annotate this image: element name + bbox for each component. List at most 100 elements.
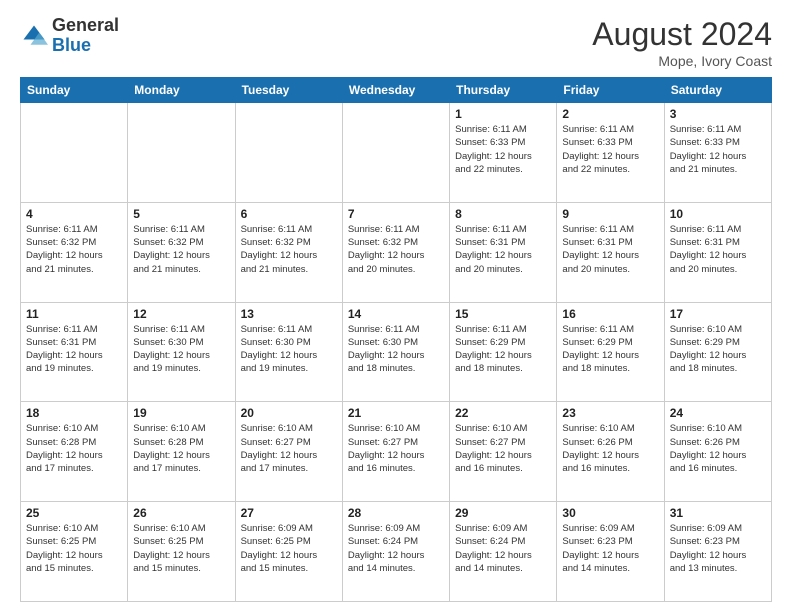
day-cell: 4 Sunrise: 6:11 AMSunset: 6:32 PMDaylight…: [21, 202, 128, 302]
day-number: 21: [348, 406, 444, 420]
day-cell: 6 Sunrise: 6:11 AMSunset: 6:32 PMDaylight…: [235, 202, 342, 302]
day-info: Sunrise: 6:11 AMSunset: 6:32 PMDaylight:…: [241, 223, 337, 276]
day-info: Sunrise: 6:11 AMSunset: 6:32 PMDaylight:…: [348, 223, 444, 276]
logo-general: General: [52, 15, 119, 35]
day-info: Sunrise: 6:11 AMSunset: 6:31 PMDaylight:…: [455, 223, 551, 276]
day-cell: 12Sunrise: 6:11 AMSunset: 6:30 PMDayligh…: [128, 302, 235, 402]
day-info: Sunrise: 6:11 AMSunset: 6:31 PMDaylight:…: [670, 223, 766, 276]
day-number: 10: [670, 207, 766, 221]
col-header-thursday: Thursday: [450, 78, 557, 103]
day-number: 31: [670, 506, 766, 520]
col-header-saturday: Saturday: [664, 78, 771, 103]
day-info: Sunrise: 6:11 AMSunset: 6:32 PMDaylight:…: [133, 223, 229, 276]
day-number: 13: [241, 307, 337, 321]
day-number: 30: [562, 506, 658, 520]
day-cell: 22Sunrise: 6:10 AMSunset: 6:27 PMDayligh…: [450, 402, 557, 502]
month-year: August 2024: [592, 16, 772, 53]
logo-text: General Blue: [52, 16, 119, 56]
day-cell: [235, 103, 342, 203]
day-number: 17: [670, 307, 766, 321]
day-number: 23: [562, 406, 658, 420]
day-number: 6: [241, 207, 337, 221]
day-number: 16: [562, 307, 658, 321]
day-info: Sunrise: 6:11 AMSunset: 6:30 PMDaylight:…: [241, 323, 337, 376]
day-number: 24: [670, 406, 766, 420]
col-header-monday: Monday: [128, 78, 235, 103]
day-info: Sunrise: 6:10 AMSunset: 6:26 PMDaylight:…: [670, 422, 766, 475]
week-row-4: 18 Sunrise: 6:10 AMSunset: 6:28 PMDayligh…: [21, 402, 772, 502]
day-cell: 15Sunrise: 6:11 AMSunset: 6:29 PMDayligh…: [450, 302, 557, 402]
header: General Blue August 2024 Mope, Ivory Coa…: [20, 16, 772, 69]
day-info: Sunrise: 6:11 AMSunset: 6:33 PMDaylight:…: [670, 123, 766, 176]
day-number: 5: [133, 207, 229, 221]
day-cell: 14Sunrise: 6:11 AMSunset: 6:30 PMDayligh…: [342, 302, 449, 402]
header-row: SundayMondayTuesdayWednesdayThursdayFrid…: [21, 78, 772, 103]
day-info: Sunrise: 6:09 AMSunset: 6:23 PMDaylight:…: [562, 522, 658, 575]
day-cell: 16 Sunrise: 6:11 AMSunset: 6:29 PMDayligh…: [557, 302, 664, 402]
day-info: Sunrise: 6:10 AMSunset: 6:28 PMDaylight:…: [133, 422, 229, 475]
day-info: Sunrise: 6:10 AMSunset: 6:25 PMDaylight:…: [26, 522, 122, 575]
day-cell: 5 Sunrise: 6:11 AMSunset: 6:32 PMDaylight…: [128, 202, 235, 302]
day-number: 20: [241, 406, 337, 420]
col-header-friday: Friday: [557, 78, 664, 103]
day-cell: 28 Sunrise: 6:09 AMSunset: 6:24 PMDayligh…: [342, 502, 449, 602]
day-cell: 7 Sunrise: 6:11 AMSunset: 6:32 PMDaylight…: [342, 202, 449, 302]
col-header-tuesday: Tuesday: [235, 78, 342, 103]
day-cell: 31 Sunrise: 6:09 AMSunset: 6:23 PMDayligh…: [664, 502, 771, 602]
day-info: Sunrise: 6:11 AMSunset: 6:30 PMDaylight:…: [348, 323, 444, 376]
day-cell: 10 Sunrise: 6:11 AMSunset: 6:31 PMDayligh…: [664, 202, 771, 302]
day-cell: 1Sunrise: 6:11 AMSunset: 6:33 PMDaylight…: [450, 103, 557, 203]
day-info: Sunrise: 6:11 AMSunset: 6:33 PMDaylight:…: [562, 123, 658, 176]
day-cell: 20 Sunrise: 6:10 AMSunset: 6:27 PMDayligh…: [235, 402, 342, 502]
day-number: 18: [26, 406, 122, 420]
day-cell: 30 Sunrise: 6:09 AMSunset: 6:23 PMDayligh…: [557, 502, 664, 602]
day-info: Sunrise: 6:09 AMSunset: 6:25 PMDaylight:…: [241, 522, 337, 575]
day-info: Sunrise: 6:10 AMSunset: 6:27 PMDaylight:…: [348, 422, 444, 475]
day-number: 3: [670, 107, 766, 121]
day-cell: 29Sunrise: 6:09 AMSunset: 6:24 PMDayligh…: [450, 502, 557, 602]
day-number: 27: [241, 506, 337, 520]
day-cell: [342, 103, 449, 203]
day-cell: 13 Sunrise: 6:11 AMSunset: 6:30 PMDayligh…: [235, 302, 342, 402]
week-row-1: 1 Sunrise: 6:11 AMSunset: 6:33 PMDaylight…: [21, 103, 772, 203]
day-info: Sunrise: 6:10 AMSunset: 6:28 PMDaylight:…: [26, 422, 122, 475]
day-cell: [21, 103, 128, 203]
day-number: 28: [348, 506, 444, 520]
day-number: 19: [133, 406, 229, 420]
day-cell: [128, 103, 235, 203]
day-info: Sunrise: 6:11 AMSunset: 6:31 PMDaylight:…: [26, 323, 122, 376]
day-number: 4: [26, 207, 122, 221]
day-cell: 18 Sunrise: 6:10 AMSunset: 6:28 PMDayligh…: [21, 402, 128, 502]
day-number: 25: [26, 506, 122, 520]
calendar: SundayMondayTuesdayWednesdayThursdayFrid…: [20, 77, 772, 602]
day-info: Sunrise: 6:09 AMSunset: 6:24 PMDaylight:…: [348, 522, 444, 575]
day-info: Sunrise: 6:10 AMSunset: 6:27 PMDaylight:…: [241, 422, 337, 475]
day-cell: 17 Sunrise: 6:10 AMSunset: 6:29 PMDayligh…: [664, 302, 771, 402]
day-info: Sunrise: 6:11 AMSunset: 6:29 PMDaylight:…: [562, 323, 658, 376]
day-number: 9: [562, 207, 658, 221]
col-header-wednesday: Wednesday: [342, 78, 449, 103]
day-info: Sunrise: 6:11 AMSunset: 6:30 PMDaylight:…: [133, 323, 229, 376]
location: Mope, Ivory Coast: [592, 53, 772, 69]
day-cell: 25 Sunrise: 6:10 AMSunset: 6:25 PMDayligh…: [21, 502, 128, 602]
day-cell: 23Sunrise: 6:10 AMSunset: 6:26 PMDayligh…: [557, 402, 664, 502]
day-number: 7: [348, 207, 444, 221]
logo-icon: [20, 22, 48, 50]
day-info: Sunrise: 6:10 AMSunset: 6:27 PMDaylight:…: [455, 422, 551, 475]
col-header-sunday: Sunday: [21, 78, 128, 103]
day-number: 1: [455, 107, 551, 121]
day-info: Sunrise: 6:11 AMSunset: 6:29 PMDaylight:…: [455, 323, 551, 376]
day-info: Sunrise: 6:11 AMSunset: 6:32 PMDaylight:…: [26, 223, 122, 276]
day-cell: 3 Sunrise: 6:11 AMSunset: 6:33 PMDaylight…: [664, 103, 771, 203]
day-info: Sunrise: 6:09 AMSunset: 6:23 PMDaylight:…: [670, 522, 766, 575]
week-row-2: 4 Sunrise: 6:11 AMSunset: 6:32 PMDaylight…: [21, 202, 772, 302]
day-cell: 26Sunrise: 6:10 AMSunset: 6:25 PMDayligh…: [128, 502, 235, 602]
day-info: Sunrise: 6:10 AMSunset: 6:29 PMDaylight:…: [670, 323, 766, 376]
day-info: Sunrise: 6:11 AMSunset: 6:31 PMDaylight:…: [562, 223, 658, 276]
day-number: 2: [562, 107, 658, 121]
day-cell: 21 Sunrise: 6:10 AMSunset: 6:27 PMDayligh…: [342, 402, 449, 502]
day-number: 29: [455, 506, 551, 520]
day-cell: 19 Sunrise: 6:10 AMSunset: 6:28 PMDayligh…: [128, 402, 235, 502]
week-row-3: 11Sunrise: 6:11 AMSunset: 6:31 PMDayligh…: [21, 302, 772, 402]
title-block: August 2024 Mope, Ivory Coast: [592, 16, 772, 69]
